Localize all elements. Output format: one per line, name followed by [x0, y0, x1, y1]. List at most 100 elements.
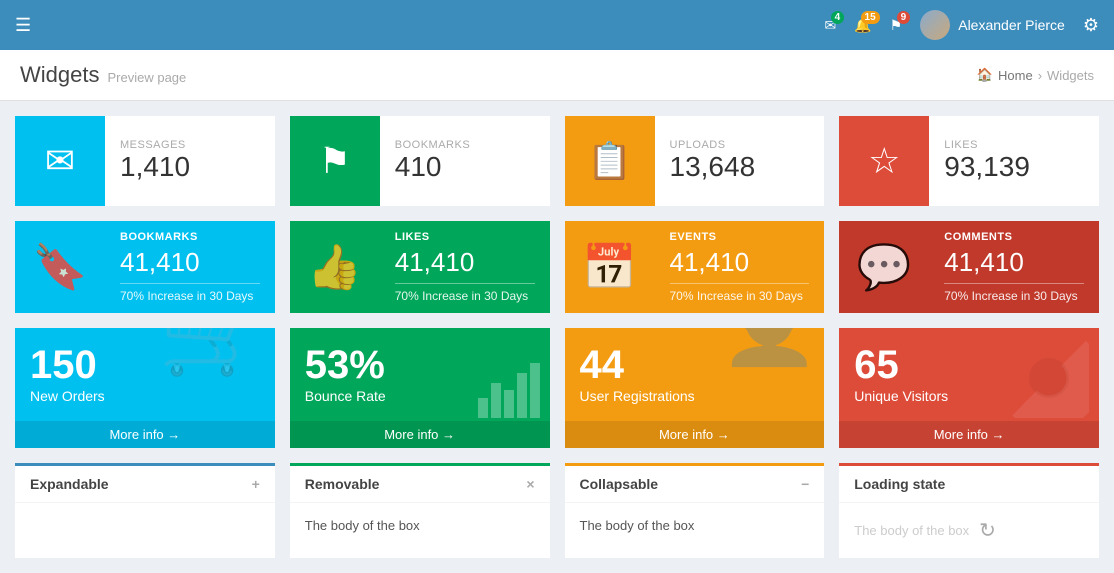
widget-loading-title: Loading state	[854, 476, 945, 492]
visitors-footer[interactable]: More info →	[839, 421, 1099, 448]
comments-icon-area: 💬	[839, 221, 929, 313]
breadcrumb-current: Widgets	[1047, 68, 1094, 83]
widget-removable: Removable × The body of the box	[290, 463, 550, 558]
bell-nav-icon[interactable]: 🔔 15	[854, 17, 871, 34]
bookmarks-info: BOOKMARKS 410	[380, 116, 485, 206]
orders-footer-text: More info →	[109, 427, 180, 442]
expand-icon[interactable]: +	[252, 476, 260, 492]
action-box-bounce: 53% Bounce Rate More info →	[290, 328, 550, 448]
bookmark-icon: 🔖	[33, 241, 88, 293]
page-title: Widgets	[20, 62, 99, 88]
widget-removable-header: Removable ×	[290, 466, 550, 503]
page-header: Widgets Preview page 🏠 Home › Widgets	[0, 50, 1114, 101]
breadcrumb-separator: ›	[1038, 68, 1042, 83]
bookmarks2-content: BOOKMARKS 41,410 70% Increase in 30 Days	[105, 221, 275, 313]
widget-loading-body-text: The body of the box	[854, 523, 969, 538]
action-box-orders: 150 New Orders 🛒 More info →	[15, 328, 275, 448]
bookmarks2-value: 41,410	[120, 247, 260, 284]
comments-desc: 70% Increase in 30 Days	[944, 289, 1084, 303]
messages-icon-area: ✉	[15, 116, 105, 206]
users-footer[interactable]: More info →	[565, 421, 825, 448]
stat-box-messages: ✉ MESSAGES 1,410	[15, 116, 275, 206]
users-footer-text: More info →	[659, 427, 730, 442]
info-box-events: 📅 EVENTS 41,410 70% Increase in 30 Days	[565, 221, 825, 313]
chat-icon: 💬	[857, 241, 912, 293]
calendar-icon: 📅	[582, 241, 637, 293]
loading-spinner-icon: ↻	[979, 518, 996, 543]
events-desc: 70% Increase in 30 Days	[670, 289, 810, 303]
navbar: ☰ ✉ 4 🔔 15 ⚑ 9 Alexander Pierce ⚙	[0, 0, 1114, 50]
likes2-desc: 70% Increase in 30 Days	[395, 289, 535, 303]
comments-title: COMMENTS	[944, 231, 1084, 243]
orders-label: New Orders	[30, 388, 260, 404]
widget-removable-title: Removable	[305, 476, 380, 492]
widget-expandable-header: Expandable +	[15, 466, 275, 503]
bounce-footer[interactable]: More info →	[290, 421, 550, 448]
uploads-icon-area: 📋	[565, 116, 655, 206]
widget-collapsable-title: Collapsable	[580, 476, 659, 492]
likes-label: LIKES	[944, 139, 1030, 151]
orders-footer[interactable]: More info →	[15, 421, 275, 448]
widget-loading-header: Loading state	[839, 466, 1099, 503]
likes2-content: LIKES 41,410 70% Increase in 30 Days	[380, 221, 550, 313]
action-box-users: 44 User Registrations 👤 More info →	[565, 328, 825, 448]
user-add-icon: 👤	[720, 328, 820, 371]
widget-removable-body: The body of the box	[290, 503, 550, 548]
widget-loading: Loading state The body of the box ↻	[839, 463, 1099, 558]
widget-collapsable-header: Collapsable −	[565, 466, 825, 503]
messages-label: MESSAGES	[120, 139, 190, 151]
breadcrumb: 🏠 Home › Widgets	[977, 67, 1094, 83]
thumbsup-icon: 👍	[307, 241, 362, 293]
settings-icon[interactable]: ⚙	[1083, 15, 1099, 36]
bookmarks-icon: ⚑	[319, 140, 351, 182]
stat-box-bookmarks: ⚑ BOOKMARKS 410	[290, 116, 550, 206]
navbar-right: ✉ 4 🔔 15 ⚑ 9 Alexander Pierce ⚙	[825, 10, 1100, 40]
widget-row: Expandable + Removable × The body of the…	[15, 463, 1099, 558]
bookmarks-label: BOOKMARKS	[395, 139, 470, 151]
bell-badge: 15	[861, 11, 880, 24]
flag-badge: 9	[897, 11, 911, 24]
close-icon[interactable]: ×	[526, 476, 534, 492]
widget-removable-body-text: The body of the box	[305, 518, 420, 533]
main-content: ✉ MESSAGES 1,410 ⚑ BOOKMARKS 410 📋 UPLOA…	[0, 101, 1114, 573]
avatar	[920, 10, 950, 40]
events-content: EVENTS 41,410 70% Increase in 30 Days	[655, 221, 825, 313]
page-title-wrap: Widgets Preview page	[20, 62, 186, 88]
widget-collapsable-body: The body of the box	[565, 503, 825, 548]
collapse-icon[interactable]: −	[801, 476, 809, 492]
events-title: EVENTS	[670, 231, 810, 243]
hamburger-icon[interactable]: ☰	[15, 15, 31, 36]
action-row: 150 New Orders 🛒 More info → 53% Bounce …	[15, 328, 1099, 448]
user-name: Alexander Pierce	[958, 17, 1065, 33]
bookmarks2-icon-area: 🔖	[15, 221, 105, 313]
flag-nav-icon[interactable]: ⚑ 9	[890, 17, 903, 34]
likes-value: 93,139	[944, 151, 1030, 183]
breadcrumb-home[interactable]: Home	[998, 68, 1033, 83]
cart-icon: 🛒	[158, 328, 270, 380]
widget-loading-body: The body of the box ↻	[839, 503, 1099, 558]
info-box-bookmarks: 🔖 BOOKMARKS 41,410 70% Increase in 30 Da…	[15, 221, 275, 313]
info-row: 🔖 BOOKMARKS 41,410 70% Increase in 30 Da…	[15, 221, 1099, 313]
likes2-icon-area: 👍	[290, 221, 380, 313]
uploads-value: 13,648	[670, 151, 756, 183]
comments-value: 41,410	[944, 247, 1084, 284]
events-icon-area: 📅	[565, 221, 655, 313]
likes-info: LIKES 93,139	[929, 116, 1045, 206]
chart-icon	[478, 363, 540, 418]
mail-badge: 4	[831, 11, 845, 24]
messages-info: MESSAGES 1,410	[105, 116, 205, 206]
likes2-value: 41,410	[395, 247, 535, 284]
likes-icon-area: ☆	[839, 116, 929, 206]
widget-collapsable: Collapsable − The body of the box	[565, 463, 825, 558]
stat-box-likes: ☆ LIKES 93,139	[839, 116, 1099, 206]
navbar-left: ☰	[15, 15, 31, 36]
bookmarks-icon-area: ⚑	[290, 116, 380, 206]
comments-content: COMMENTS 41,410 70% Increase in 30 Days	[929, 221, 1099, 313]
action-box-visitors: 65 Unique Visitors More info →	[839, 328, 1099, 448]
mail-nav-icon[interactable]: ✉ 4	[825, 17, 837, 34]
uploads-label: UPLOADS	[670, 139, 756, 151]
info-box-likes: 👍 LIKES 41,410 70% Increase in 30 Days	[290, 221, 550, 313]
user-menu[interactable]: Alexander Pierce	[920, 10, 1065, 40]
bookmarks-value: 410	[395, 151, 470, 183]
page-subtitle: Preview page	[107, 70, 186, 85]
